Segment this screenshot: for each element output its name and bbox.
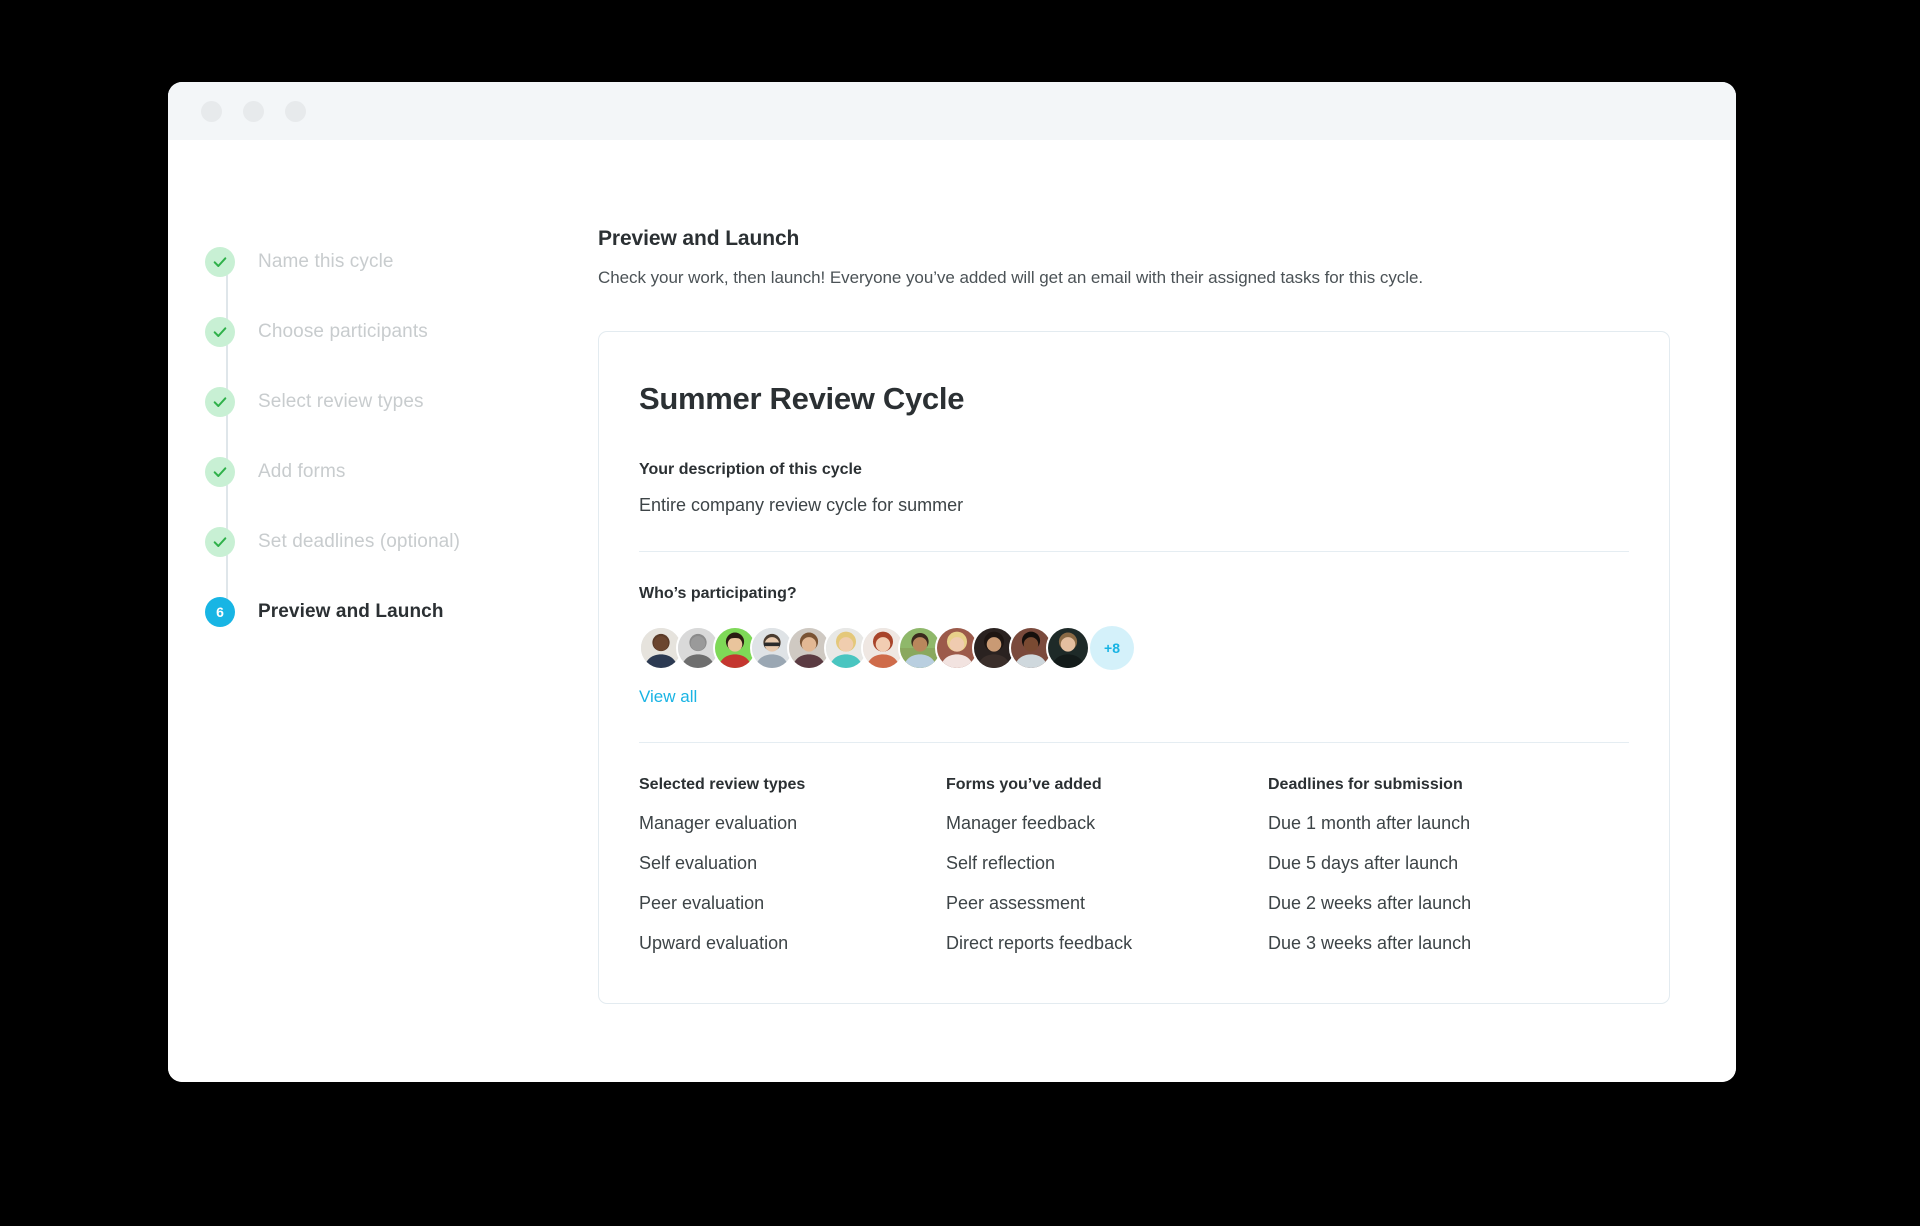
page-subtitle: Check your work, then launch! Everyone y… [598,268,1424,287]
sidebar-item-preview-and-launch[interactable]: 6 Preview and Launch [205,577,598,647]
divider-2 [639,742,1629,743]
avatar-overflow-count[interactable]: +8 [1090,626,1134,670]
participants-block: Who’s participating? +8 View all [639,585,1629,707]
list-item: Manager feedback [946,813,1096,833]
step-complete-icon [205,457,235,487]
sidebar-item-label: Choose participants [258,321,428,342]
list-item: Due 5 days after launch [1268,853,1459,873]
sidebar-item-label: Name this cycle [258,251,394,272]
divider-1 [639,551,1629,552]
close-icon[interactable] [201,100,222,122]
list-item: Manager evaluation [639,813,798,833]
participant-avatar-stack: +8 [639,626,1629,670]
step-number-badge: 6 [205,597,235,627]
step-complete-icon [205,247,235,277]
description-block: Your description of this cycle Entire co… [639,461,1629,516]
avatar[interactable] [1046,626,1090,670]
column-deadlines: Deadlines for submission Due 1 month aft… [1268,776,1629,954]
participants-label: Who’s participating? [639,585,797,602]
list-item: Due 3 weeks after launch [1268,933,1472,953]
list-item: Direct reports feedback [946,933,1133,953]
view-all-participants-link[interactable]: View all [639,687,697,707]
sidebar-item-add-forms[interactable]: Add forms [205,437,598,532]
cycle-summary-card: Summer Review Cycle Your description of … [598,331,1670,1004]
page-title: Preview and Launch [598,227,800,250]
description-value: Entire company review cycle for summer [639,495,964,515]
maximize-icon[interactable] [285,100,306,122]
main-content: Preview and Launch Check your work, then… [598,140,1736,1082]
list-item: Self evaluation [639,853,758,873]
browser-window: Name this cycle Choose participants Sele… [168,82,1736,1082]
sidebar-item-label: Select review types [258,391,424,412]
sidebar-item-label: Set deadlines (optional) [258,531,461,552]
column-heading: Selected review types [639,776,806,793]
wizard-stepper: Name this cycle Choose participants Sele… [168,140,598,1082]
list-item: Due 2 weeks after launch [1268,893,1472,913]
sidebar-item-choose-participants[interactable]: Choose participants [205,297,598,392]
list-item: Due 1 month after launch [1268,813,1471,833]
app-viewport: Name this cycle Choose participants Sele… [168,140,1736,1082]
column-heading: Deadlines for submission [1268,776,1463,793]
list-item: Upward evaluation [639,933,789,953]
cycle-title: Summer Review Cycle [639,381,965,416]
list-item: Peer assessment [946,893,1086,913]
sidebar-item-name-this-cycle[interactable]: Name this cycle [205,227,598,322]
minimize-icon[interactable] [243,100,264,122]
sidebar-item-label: Add forms [258,461,346,482]
summary-columns: Selected review types Manager evaluation… [639,776,1629,954]
step-complete-icon [205,387,235,417]
column-heading: Forms you’ve added [946,776,1102,793]
step-complete-icon [205,527,235,557]
list-item: Self reflection [946,853,1056,873]
list-item: Peer evaluation [639,893,765,913]
description-label: Your description of this cycle [639,461,862,478]
sidebar-item-select-review-types[interactable]: Select review types [205,367,598,462]
sidebar-item-set-deadlines[interactable]: Set deadlines (optional) [205,507,598,602]
column-selected-review-types: Selected review types Manager evaluation… [639,776,946,954]
column-forms-added: Forms you’ve added Manager feedback Self… [946,776,1268,954]
step-complete-icon [205,317,235,347]
sidebar-item-label: Preview and Launch [258,601,444,622]
window-titlebar [168,82,1736,140]
